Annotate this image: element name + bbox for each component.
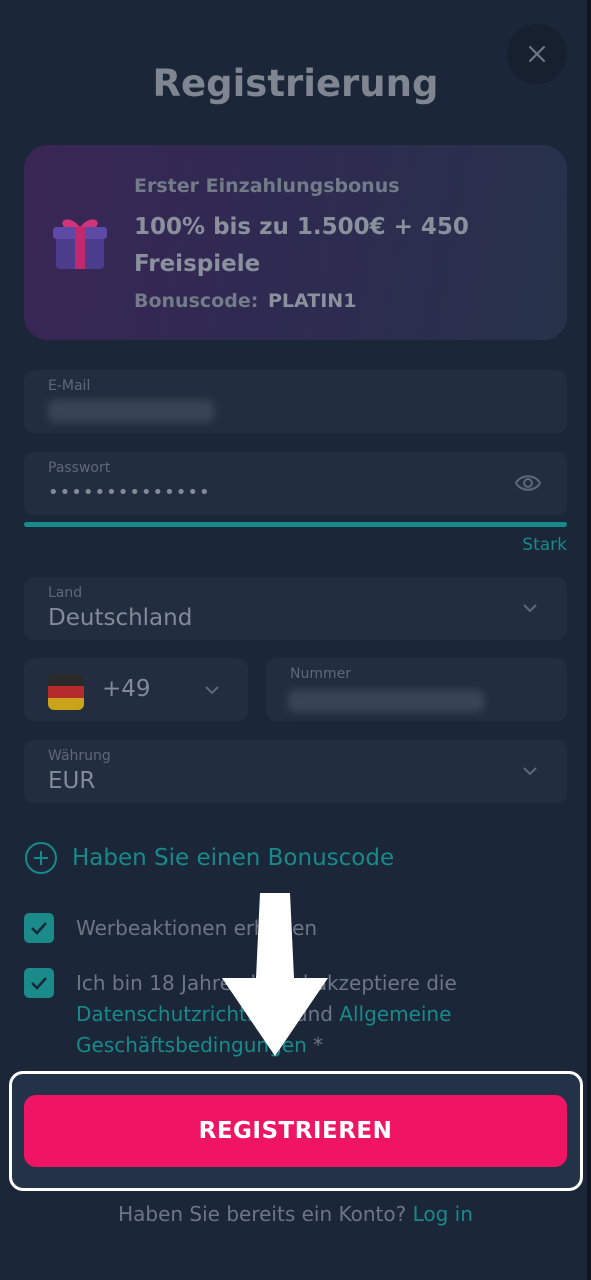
phone-number-redacted [288, 690, 484, 712]
email-field[interactable]: E-Mail [24, 370, 567, 433]
close-icon [528, 45, 546, 63]
bonus-card: Erster Einzahlungsbonus 100% bis zu 1.50… [24, 145, 567, 340]
bonus-code-link-label: Haben Sie einen Bonuscode [72, 845, 395, 871]
bonus-code-link[interactable]: Haben Sie einen Bonuscode [24, 841, 394, 875]
login-link[interactable]: Log in [413, 1202, 473, 1226]
chevron-down-icon [523, 604, 537, 613]
register-button[interactable]: REGISTRIEREN [24, 1095, 567, 1167]
phone-number-field[interactable]: Nummer [266, 658, 567, 721]
chevron-down-icon [205, 686, 219, 695]
country-value: Deutschland [48, 605, 193, 631]
currency-select[interactable]: Währung EUR [24, 740, 567, 803]
password-field[interactable]: Passwort •••••••••••••• [24, 452, 567, 515]
phone-prefix-value: +49 [102, 676, 151, 702]
country-select[interactable]: Land Deutschland [24, 577, 567, 640]
down-arrow-icon [222, 893, 328, 1056]
password-label: Passwort [48, 460, 111, 476]
email-redacted [48, 400, 214, 422]
login-prompt-text: Haben Sie bereits ein Konto? [118, 1202, 407, 1226]
eye-icon[interactable] [514, 472, 542, 494]
marketing-checkbox[interactable] [24, 913, 54, 943]
password-value: •••••••••••••• [48, 482, 211, 503]
checkmark-icon [31, 977, 47, 990]
bonus-code-label: Bonuscode: [134, 290, 259, 312]
gift-icon [53, 219, 107, 269]
phone-prefix-select[interactable]: +49 [24, 658, 248, 721]
terms-checkbox[interactable] [24, 968, 54, 998]
chevron-down-icon [523, 767, 537, 776]
bonus-code-value: PLATIN1 [268, 290, 357, 312]
login-prompt: Haben Sie bereits ein Konto? Log in [0, 1202, 591, 1226]
password-strength-bar [24, 522, 567, 527]
country-label: Land [48, 585, 83, 601]
bonus-headline: 100% bis zu 1.500€ + 450 Freispiele [134, 214, 469, 277]
email-label: E-Mail [48, 378, 91, 394]
page-title: Registrierung [152, 62, 439, 105]
checkmark-icon [31, 922, 47, 935]
currency-label: Währung [48, 748, 111, 764]
germany-flag-icon [48, 674, 84, 710]
phone-number-label: Nummer [290, 666, 351, 682]
password-strength-label: Stark [522, 535, 567, 555]
scrollbar-track [587, 0, 591, 1280]
plus-circle-icon [25, 842, 57, 874]
bonus-subtitle: Erster Einzahlungsbonus [134, 175, 400, 197]
currency-value: EUR [48, 768, 96, 794]
